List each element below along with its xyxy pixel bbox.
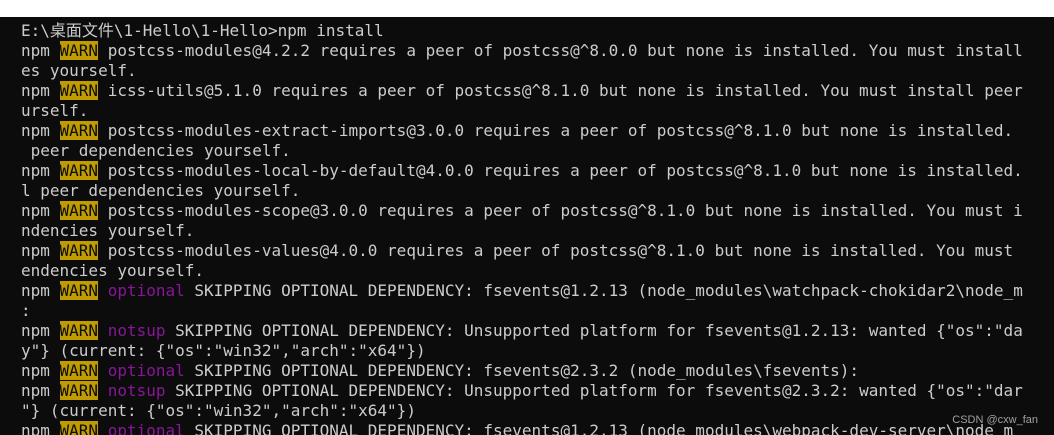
line-text: npm: [21, 281, 60, 300]
warn-tag: optional: [107, 421, 185, 435]
watermark: CSDN @cxw_fan: [952, 414, 1038, 426]
line-text: [98, 281, 108, 300]
line-text: :: [21, 301, 31, 320]
terminal-line: peer dependencies yourself.: [21, 141, 291, 161]
terminal-line: y"} (current: {"os":"win32","arch":"x64"…: [21, 341, 426, 361]
line-text: [98, 381, 108, 400]
terminal-line: es yourself.: [21, 61, 137, 81]
terminal-line: npm WARN optional SKIPPING OPTIONAL DEPE…: [21, 281, 1023, 301]
line-text: y"} (current: {"os":"win32","arch":"x64"…: [21, 341, 426, 360]
warn-badge: WARN: [59, 381, 99, 400]
line-text: SKIPPING OPTIONAL DEPENDENCY: Unsupporte…: [165, 381, 1023, 400]
line-text: postcss-modules-scope@3.0.0 requires a p…: [98, 201, 1023, 220]
line-text: postcss-modules-local-by-default@4.0.0 r…: [98, 161, 1023, 180]
warn-badge: WARN: [59, 241, 99, 260]
terminal-line: npm WARN postcss-modules-scope@3.0.0 req…: [21, 201, 1023, 221]
warn-badge: WARN: [59, 421, 99, 435]
warn-badge: WARN: [59, 41, 99, 60]
line-text: SKIPPING OPTIONAL DEPENDENCY: fsevents@1…: [184, 421, 1014, 435]
line-text: [98, 361, 108, 380]
terminal-line: npm WARN optional SKIPPING OPTIONAL DEPE…: [21, 361, 859, 381]
line-text: npm: [21, 241, 60, 260]
line-text: postcss-modules@4.2.2 requires a peer of…: [98, 41, 1023, 60]
terminal-line: npm WARN icss-utils@5.1.0 requires a pee…: [21, 81, 1023, 101]
line-text: ndencies yourself.: [21, 221, 195, 240]
warn-badge: WARN: [59, 121, 99, 140]
warn-badge: WARN: [59, 201, 99, 220]
line-text: npm: [21, 381, 60, 400]
warn-badge: WARN: [59, 81, 99, 100]
terminal-line: npm WARN optional SKIPPING OPTIONAL DEPE…: [21, 421, 1013, 435]
line-text: "} (current: {"os":"win32","arch":"x64"}…: [21, 401, 416, 420]
terminal-line: npm WARN postcss-modules-local-by-defaul…: [21, 161, 1023, 181]
line-text: npm: [21, 421, 60, 435]
line-text: [98, 321, 108, 340]
warn-tag: optional: [107, 361, 185, 380]
line-text: npm: [21, 361, 60, 380]
warn-tag: optional: [107, 281, 185, 300]
line-text: [98, 421, 108, 435]
line-text: npm: [21, 321, 60, 340]
line-text: peer dependencies yourself.: [21, 141, 291, 160]
line-text: npm: [21, 41, 60, 60]
line-text: npm: [21, 161, 60, 180]
line-text: l peer dependencies yourself.: [21, 181, 301, 200]
terminal-line: npm WARN notsup SKIPPING OPTIONAL DEPEND…: [21, 321, 1023, 341]
window-top-strip: [0, 0, 1054, 17]
terminal-line: urself.: [21, 101, 88, 121]
line-text: es yourself.: [21, 61, 137, 80]
line-text: SKIPPING OPTIONAL DEPENDENCY: fsevents@2…: [184, 361, 860, 380]
warn-badge: WARN: [59, 161, 99, 180]
terminal-line: npm WARN postcss-modules-extract-imports…: [21, 121, 1013, 141]
warn-badge: WARN: [59, 281, 99, 300]
terminal-line: npm WARN postcss-modules@4.2.2 requires …: [21, 41, 1023, 61]
terminal-line: endencies yourself.: [21, 261, 204, 281]
warn-badge: WARN: [59, 361, 99, 380]
line-text: icss-utils@5.1.0 requires a peer of post…: [98, 81, 1023, 100]
line-text: npm: [21, 121, 60, 140]
line-text: SKIPPING OPTIONAL DEPENDENCY: fsevents@1…: [184, 281, 1023, 300]
terminal-line: "} (current: {"os":"win32","arch":"x64"}…: [21, 401, 416, 421]
terminal-line: l peer dependencies yourself.: [21, 181, 300, 201]
terminal-line: :: [21, 301, 31, 321]
terminal-output[interactable]: E:\桌面文件\1-Hello\1-Hello>npm install npm W…: [0, 17, 1054, 435]
terminal-line: npm WARN notsup SKIPPING OPTIONAL DEPEND…: [21, 381, 1023, 401]
terminal-line: npm WARN postcss-modules-values@4.0.0 re…: [21, 241, 1013, 261]
warn-tag: notsup: [107, 321, 166, 340]
warn-tag: notsup: [107, 381, 166, 400]
terminal-line: ndencies yourself.: [21, 221, 194, 241]
line-text: endencies yourself.: [21, 261, 205, 280]
line-text: urself.: [21, 101, 89, 120]
warn-badge: WARN: [59, 321, 99, 340]
terminal-line: E:\桌面文件\1-Hello\1-Hello>npm install: [21, 21, 384, 41]
line-text: npm: [21, 201, 60, 220]
line-text: E:\桌面文件\1-Hello\1-Hello>npm install: [21, 21, 384, 40]
line-text: SKIPPING OPTIONAL DEPENDENCY: Unsupporte…: [165, 321, 1023, 340]
line-text: postcss-modules-values@4.0.0 requires a …: [98, 241, 1014, 260]
line-text: postcss-modules-extract-imports@3.0.0 re…: [98, 121, 1014, 140]
line-text: npm: [21, 81, 60, 100]
